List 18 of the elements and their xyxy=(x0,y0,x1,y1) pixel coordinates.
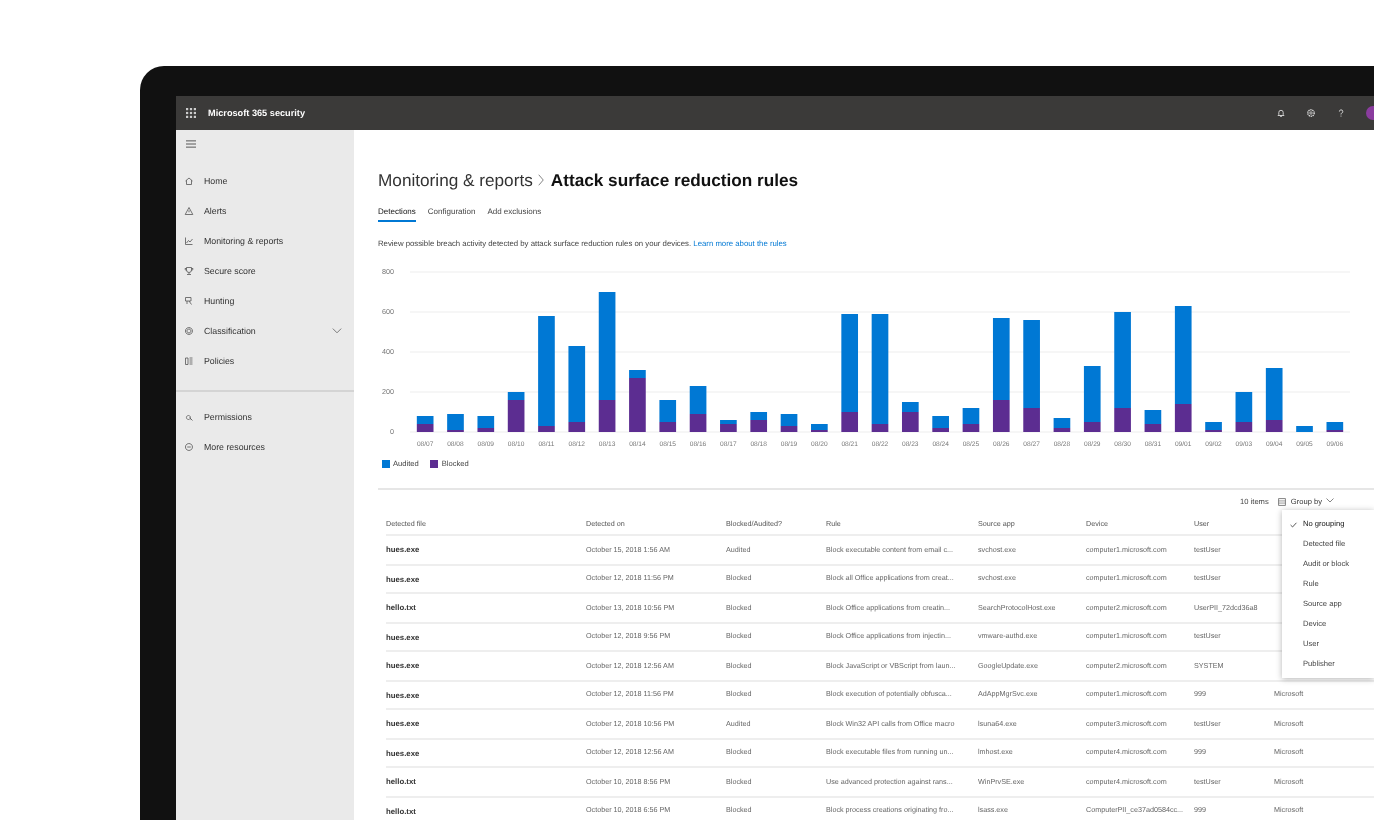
list-icon xyxy=(1278,497,1287,505)
chart-bar xyxy=(1296,426,1313,432)
breadcrumb-link[interactable]: Monitoring & reports xyxy=(378,170,533,190)
legend-swatch xyxy=(430,460,438,468)
checkmark-icon xyxy=(1290,521,1297,527)
menu-icon[interactable] xyxy=(186,140,196,148)
bell-icon[interactable] xyxy=(1276,108,1286,118)
alert-icon xyxy=(184,206,194,216)
trophy-icon xyxy=(184,266,194,276)
chevron-down-icon xyxy=(1326,498,1334,504)
settings-icon[interactable] xyxy=(1306,108,1316,118)
chevron-right-icon xyxy=(538,174,545,186)
page-title: Attack surface reduction rules xyxy=(550,170,799,190)
legend-swatch xyxy=(382,460,389,468)
help-icon[interactable] xyxy=(1336,108,1346,118)
chart-icon xyxy=(184,236,194,246)
app-launcher-icon[interactable] xyxy=(186,108,196,118)
home-icon xyxy=(184,176,194,186)
